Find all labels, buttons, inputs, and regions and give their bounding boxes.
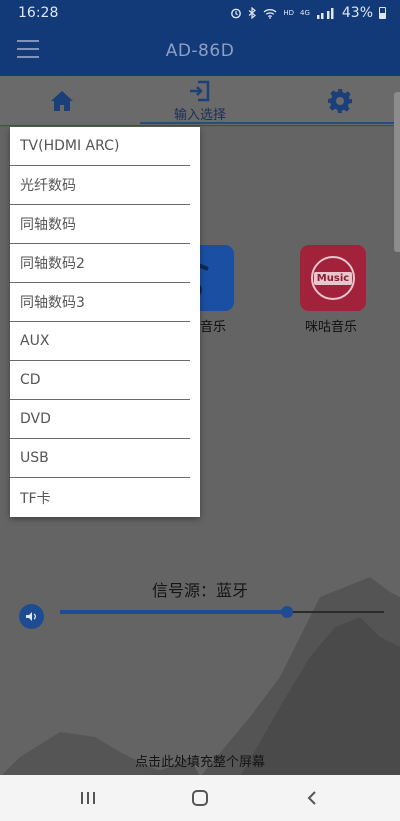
input-option[interactable]: 同轴数码3 (10, 283, 190, 322)
input-option[interactable]: AUX (10, 322, 190, 361)
battery-percent: 43% (341, 5, 373, 21)
input-option[interactable]: 光纤数码 (10, 166, 190, 205)
hamburger-menu-icon[interactable] (17, 40, 39, 58)
wifi-icon (263, 8, 277, 19)
tab-row: 输入选择 (0, 76, 400, 126)
signal-icon (316, 7, 334, 19)
tab-input-select[interactable]: 输入选择 (160, 76, 240, 126)
fill-screen-hint[interactable]: 点击此处填充整个屏幕 (0, 751, 400, 770)
migu-music-label: 咪咕音乐 (305, 320, 358, 335)
bluetooth-icon (248, 7, 257, 19)
nav-home-icon[interactable] (187, 785, 213, 811)
network-type: 4G (299, 9, 310, 17)
edge-scroll-handle[interactable] (394, 92, 400, 252)
status-time: 16:28 (18, 5, 59, 21)
home-icon (51, 91, 73, 111)
tab-input-label: 输入选择 (173, 108, 226, 123)
tab-active-underline (140, 122, 400, 124)
app-bar: AD-86D (0, 26, 400, 76)
signal-source: 信号源：蓝牙 (151, 581, 248, 600)
gear-icon (328, 89, 352, 113)
input-option[interactable]: CD (10, 361, 190, 400)
input-option[interactable]: DVD (10, 400, 190, 439)
hd-indicator: HD (283, 9, 294, 17)
input-option[interactable]: 同轴数码 (10, 205, 190, 244)
input-select-icon (190, 80, 210, 102)
system-nav-bar (0, 775, 400, 821)
local-music-label: 音乐 (200, 320, 227, 335)
tab-settings[interactable] (320, 76, 360, 126)
input-option[interactable]: 同轴数码2 (10, 244, 190, 283)
volume-slider-knob[interactable] (280, 606, 293, 618)
volume-icon[interactable] (19, 604, 44, 629)
app-title: AD-86D (165, 41, 235, 61)
input-option[interactable]: USB (10, 439, 190, 478)
alarm-icon (231, 8, 242, 19)
migu-music-app-tile[interactable]: Music (300, 245, 366, 311)
battery-icon (379, 7, 386, 19)
tab-home[interactable] (42, 76, 82, 126)
status-indicators: HD 4G 43% (230, 5, 386, 21)
back-icon[interactable] (299, 785, 325, 811)
migu-logo: Music (311, 256, 355, 300)
volume-slider[interactable] (60, 606, 384, 618)
volume-slider-fill (60, 610, 287, 614)
migu-logo-word: Music (313, 271, 353, 285)
status-bar: 16:28 HD 4G 43% (0, 0, 400, 26)
input-option[interactable]: TV(HDMI ARC) (10, 127, 190, 166)
recent-apps-icon[interactable] (75, 785, 101, 811)
input-option[interactable]: TF卡 (10, 478, 190, 517)
input-select-menu: TV(HDMI ARC) 光纤数码 同轴数码 同轴数码2 同轴数码3 AUX CD DVD US… (10, 127, 200, 517)
